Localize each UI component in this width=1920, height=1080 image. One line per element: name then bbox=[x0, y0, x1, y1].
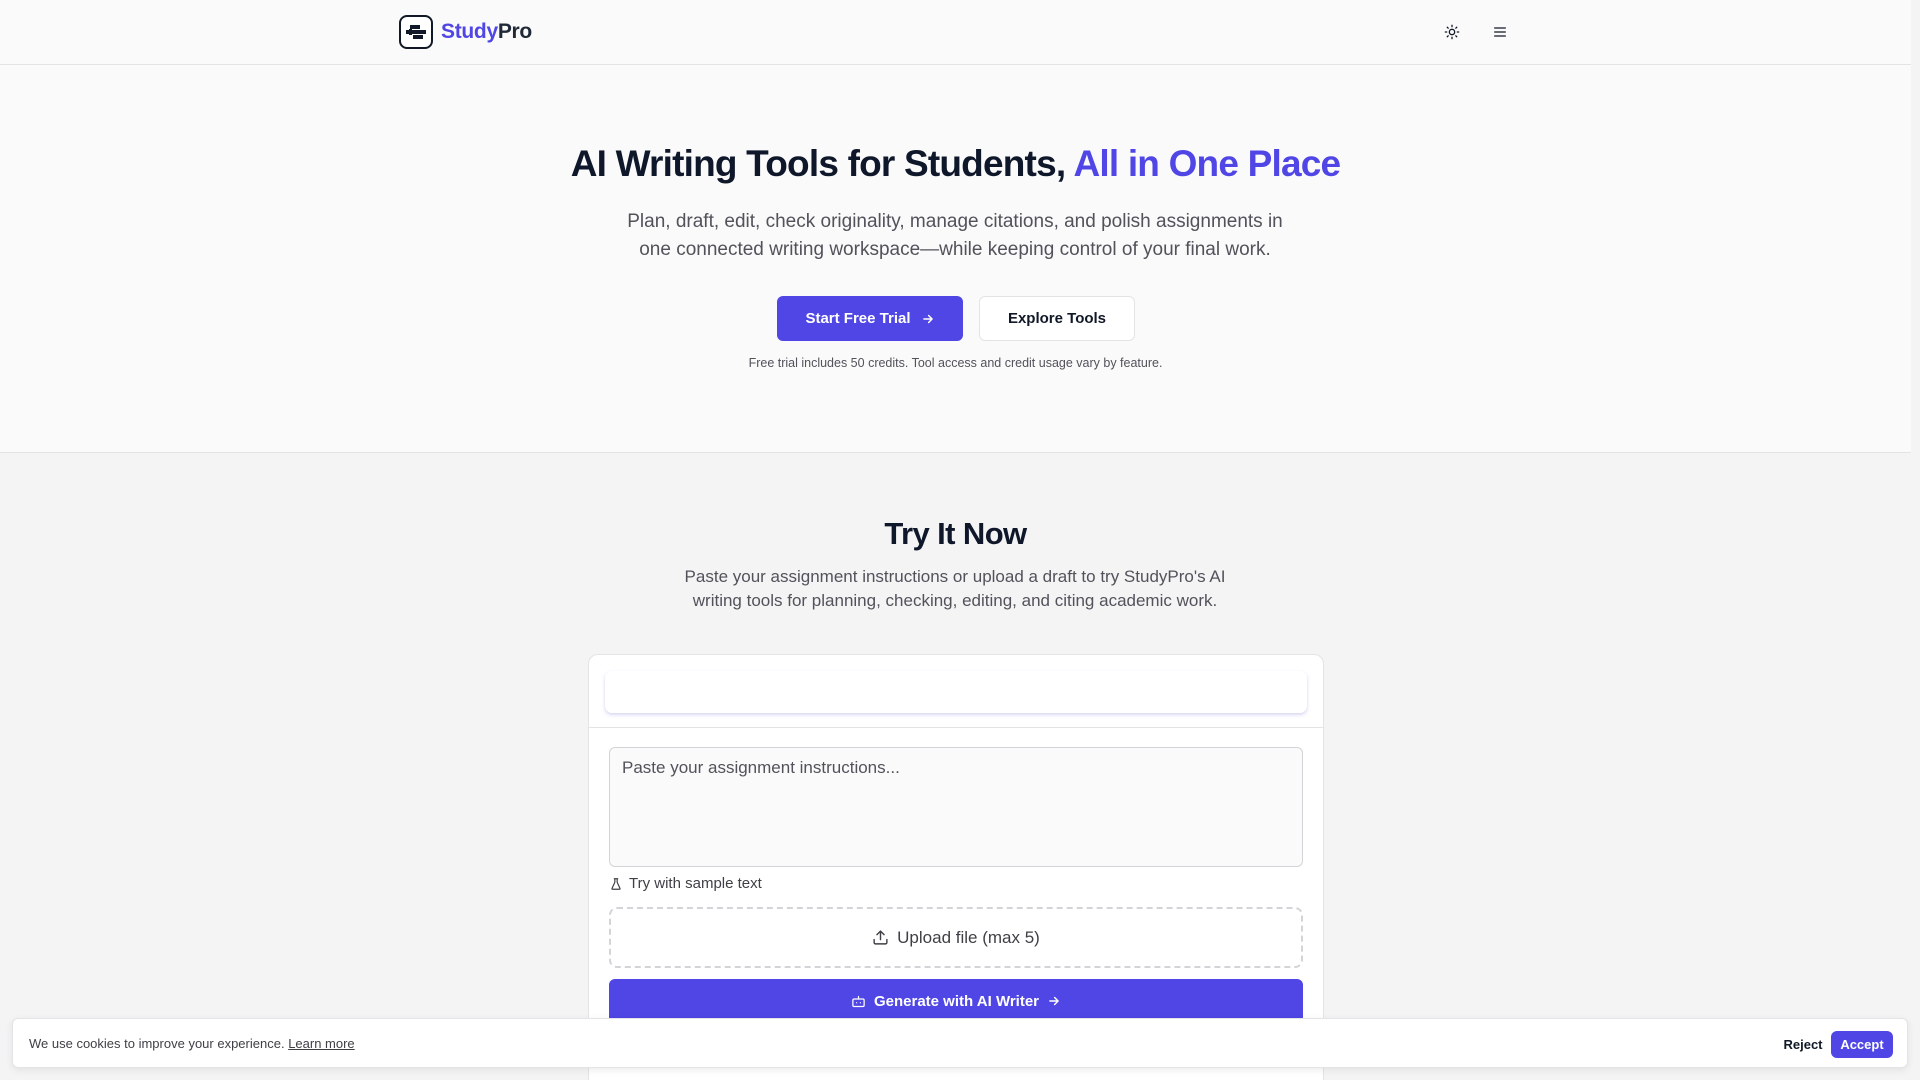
cookie-banner: We use cookies to improve your experienc… bbox=[12, 1018, 1908, 1068]
brand-logo[interactable]: StudyPro bbox=[399, 15, 532, 49]
start-free-trial-button[interactable]: Start Free Trial bbox=[777, 296, 963, 341]
cookie-accept-button[interactable]: Accept bbox=[1831, 1031, 1893, 1058]
menu-button[interactable] bbox=[1484, 16, 1516, 48]
try-it-now-title: Try It Now bbox=[884, 516, 1027, 551]
cookie-text: We use cookies to improve your experienc… bbox=[29, 1036, 285, 1051]
card-divider bbox=[589, 727, 1323, 728]
cookie-message: We use cookies to improve your experienc… bbox=[29, 1036, 355, 1051]
hero-section: AI Writing Tools for Students, All in On… bbox=[0, 65, 1911, 453]
arrow-right-icon bbox=[1049, 996, 1059, 1006]
hero-title: AI Writing Tools for Students, All in On… bbox=[0, 143, 1911, 185]
upload-file-dropzone[interactable]: Upload file (max 5) bbox=[609, 907, 1303, 968]
hamburger-menu-icon bbox=[1494, 27, 1506, 37]
cookie-reject-button[interactable]: Reject bbox=[1773, 1031, 1833, 1057]
explore-tools-label: Explore Tools bbox=[1007, 310, 1107, 327]
arrow-right-icon bbox=[922, 314, 933, 323]
upload-icon bbox=[873, 930, 888, 945]
generate-ai-writer-button[interactable]: Generate with AI Writer bbox=[609, 979, 1303, 1023]
generate-ai-writer-label: Generate with AI Writer bbox=[873, 992, 1040, 1010]
trial-note: Free trial includes 50 credits. Tool acc… bbox=[748, 356, 1163, 370]
hero-title-accent: All in One Place bbox=[1073, 143, 1341, 184]
theme-toggle-button[interactable] bbox=[1436, 16, 1468, 48]
flask-icon bbox=[611, 877, 621, 890]
hero-subtitle: Plan, draft, edit, check originality, ma… bbox=[627, 211, 1283, 260]
try-it-now-subtitle: Paste your assignment instructions or up… bbox=[684, 567, 1226, 610]
explore-tools-button[interactable]: Explore Tools bbox=[979, 296, 1135, 341]
brand-name-part1: Study bbox=[441, 20, 498, 43]
brand-name: StudyPro bbox=[441, 20, 532, 44]
tool-tab-bar[interactable] bbox=[605, 671, 1307, 713]
try-sample-text-label: Try with sample text bbox=[629, 875, 762, 892]
upload-file-label: Upload file (max 5) bbox=[897, 927, 1040, 947]
logo-mark-icon bbox=[399, 15, 433, 49]
cookie-learn-more-link[interactable]: Learn more bbox=[288, 1036, 354, 1051]
hero-title-main: AI Writing Tools for Students, bbox=[570, 143, 1074, 184]
assignment-instructions-textarea[interactable]: Paste your assignment instructions... bbox=[609, 747, 1303, 867]
try-sample-text-link[interactable]: Try with sample text bbox=[609, 875, 762, 892]
site-header: StudyPro bbox=[0, 0, 1911, 65]
sun-icon bbox=[1444, 24, 1460, 40]
brand-name-part2: Pro bbox=[497, 20, 532, 43]
try-tool-card: Paste your assignment instructions... Tr… bbox=[588, 654, 1324, 1080]
start-free-trial-label: Start Free Trial bbox=[805, 310, 911, 327]
bot-icon bbox=[852, 995, 865, 1007]
